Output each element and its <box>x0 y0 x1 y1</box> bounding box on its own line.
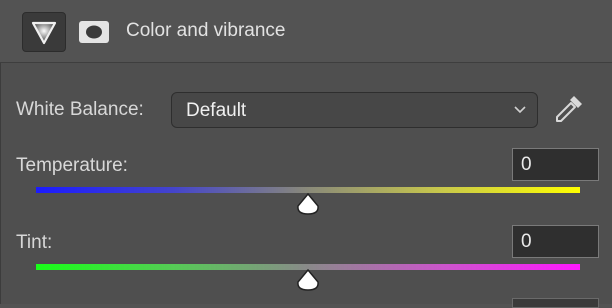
tint-input[interactable]: 0 <box>512 225 599 258</box>
temperature-slider-thumb[interactable] <box>296 193 320 215</box>
section-title: Color and vibrance <box>126 20 286 41</box>
tint-label: Tint: <box>16 232 53 253</box>
panel-header: Color and vibrance <box>0 0 612 63</box>
eyedropper-icon[interactable] <box>552 92 586 126</box>
tint-slider-thumb[interactable] <box>296 269 320 291</box>
mask-icon[interactable] <box>78 20 110 44</box>
triangle-tool-icon <box>31 21 57 45</box>
temperature-input[interactable]: 0 <box>512 148 599 181</box>
white-balance-label: White Balance: <box>16 99 144 120</box>
chevron-down-icon <box>514 106 526 114</box>
white-balance-select[interactable]: Default <box>171 92 538 128</box>
white-balance-value: Default <box>186 100 247 121</box>
triangle-tool-button[interactable] <box>22 12 66 52</box>
temperature-label: Temperature: <box>16 155 128 176</box>
next-value-input[interactable] <box>512 298 599 308</box>
